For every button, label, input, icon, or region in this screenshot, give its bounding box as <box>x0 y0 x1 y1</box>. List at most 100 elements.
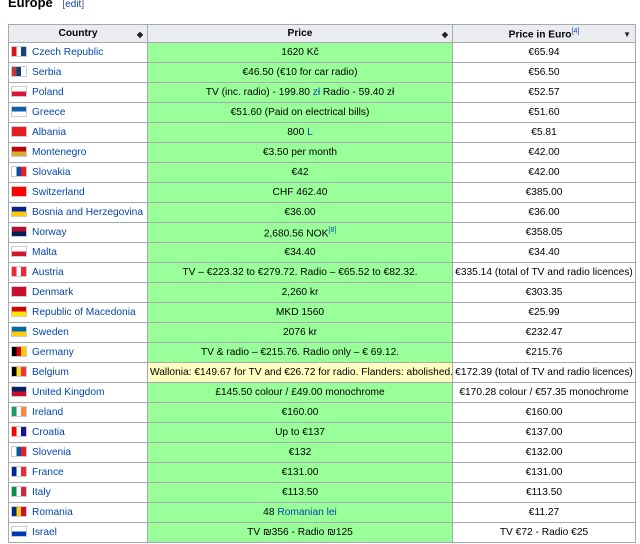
reference-link[interactable]: [8] <box>328 227 336 234</box>
price-cell: £145.50 colour / £49.00 monochrome <box>147 382 453 403</box>
price-cell: €132 <box>147 442 453 463</box>
price-text: €46.50 (€10 for car radio) <box>242 67 358 78</box>
country-link[interactable]: Bosnia and Herzegovina <box>32 207 143 218</box>
country-link[interactable]: Norway <box>32 227 67 238</box>
country-link[interactable]: Romania <box>32 507 73 518</box>
flag-icon <box>11 106 27 117</box>
flag-icon <box>11 46 27 57</box>
price-cell: €113.50 <box>147 482 453 503</box>
country-cell: Romania <box>8 502 148 523</box>
licence-fee-table: Country ◆ Price ◆ Price in Euro[4] ▼ Czech … <box>8 24 636 543</box>
price-cell: €160.00 <box>147 402 453 423</box>
country-link[interactable]: Montenegro <box>32 147 86 158</box>
country-link[interactable]: Republic of Macedonia <box>32 307 136 318</box>
country-link[interactable]: Denmark <box>32 287 73 298</box>
country-cell: Montenegro <box>8 142 148 163</box>
flag-icon <box>11 386 27 397</box>
price-text: €51.60 (Paid on electrical bills) <box>230 107 370 118</box>
edit-link[interactable]: edit <box>65 0 81 10</box>
euro-price-cell: €56.50 <box>452 62 636 83</box>
currency-link[interactable]: zł <box>313 87 320 98</box>
country-link[interactable]: Slovakia <box>32 167 71 178</box>
country-link[interactable]: Israel <box>32 527 57 538</box>
euro-price-cell: €52.57 <box>452 82 636 103</box>
euro-price-cell: €113.50 <box>452 482 636 503</box>
column-header-euro[interactable]: Price in Euro[4] ▼ <box>452 24 636 43</box>
price-cell: MKD 1560 <box>147 302 453 323</box>
price-text: TV ₪356 - Radio ₪125 <box>247 527 353 538</box>
country-link[interactable]: Germany <box>32 347 74 358</box>
price-cell: €46.50 (€10 for car radio) <box>147 62 453 83</box>
country-link[interactable]: Greece <box>32 107 65 118</box>
price-cell: Up to €137 <box>147 422 453 443</box>
price-text: MKD 1560 <box>275 307 325 318</box>
flag-icon <box>11 346 27 357</box>
table-row: Slovenia €132 €132.00 <box>8 442 636 463</box>
table-header-row: Country ◆ Price ◆ Price in Euro[4] ▼ <box>8 24 636 43</box>
country-link[interactable]: Sweden <box>32 327 69 338</box>
flag-icon <box>11 326 27 337</box>
country-cell: Israel <box>8 522 148 543</box>
country-cell: Switzerland <box>8 182 148 203</box>
country-link[interactable]: Croatia <box>32 427 65 438</box>
table-row: Albania 800 L €5.81 <box>8 122 636 143</box>
country-cell: Slovakia <box>8 162 148 183</box>
price-text: 2076 kr <box>283 327 317 338</box>
country-link[interactable]: Austria <box>32 267 64 278</box>
euro-reference-link[interactable]: [4] <box>572 28 580 35</box>
table-row: Czech Republic 1620 Kč €65.94 <box>8 42 636 63</box>
table-row: United Kingdom £145.50 colour / £49.00 mo… <box>8 382 636 403</box>
country-link[interactable]: Serbia <box>32 67 61 78</box>
table-row: Malta €34.40 €34.40 <box>8 242 636 263</box>
country-link[interactable]: Poland <box>32 87 64 98</box>
country-link[interactable]: Slovenia <box>32 447 71 458</box>
country-link[interactable]: Czech Republic <box>32 47 103 58</box>
euro-price-cell: €335.14 (total of TV and radio licences) <box>452 262 636 283</box>
euro-price-cell: €11.27 <box>452 502 636 523</box>
currency-link[interactable]: L <box>307 127 313 138</box>
table-row: Norway 2,680.56 NOK[8] €358.05 <box>8 222 636 243</box>
price-cell: €34.40 <box>147 242 453 263</box>
table-row: Republic of Macedonia MKD 1560 €25.99 <box>8 302 636 323</box>
flag-icon <box>11 86 27 97</box>
country-link[interactable]: Belgium <box>32 367 69 378</box>
price-text: €160.00 <box>281 407 319 418</box>
country-link[interactable]: Malta <box>32 247 57 258</box>
price-text: Wallonia: €149.67 for TV and €26.72 for … <box>150 367 453 378</box>
table-row: Poland TV (inc. radio) - 199.80 zł Radio … <box>8 82 636 103</box>
flag-icon <box>11 186 27 197</box>
column-header-country[interactable]: Country ◆ <box>8 24 148 43</box>
currency-link[interactable]: Romanian lei <box>277 507 336 518</box>
sort-icon[interactable]: ◆ <box>442 28 448 41</box>
euro-price-cell: €303.35 <box>452 282 636 303</box>
country-link[interactable]: Italy <box>32 487 51 498</box>
flag-icon <box>11 226 27 237</box>
price-cell: €36.00 <box>147 202 453 223</box>
country-link[interactable]: Albania <box>32 127 66 138</box>
price-text: €113.50 <box>281 487 319 498</box>
country-link[interactable]: United Kingdom <box>32 387 105 398</box>
euro-price-cell: €160.00 <box>452 402 636 423</box>
price-text: 2,680.56 NOK <box>263 228 329 240</box>
price-cell: €3.50 per month <box>147 142 453 163</box>
price-text: €36.00 <box>284 207 316 218</box>
price-cell: Wallonia: €149.67 for TV and €26.72 for … <box>147 362 453 383</box>
section-title: Europe <box>8 0 53 10</box>
price-cell: 1620 Kč <box>147 42 453 63</box>
price-cell: 2076 kr <box>147 322 453 343</box>
price-cell: TV – €223.32 to €279.72. Radio – €65.52 … <box>147 262 453 283</box>
flag-icon <box>11 246 27 257</box>
euro-price-cell: €132.00 <box>452 442 636 463</box>
euro-price-cell: €137.00 <box>452 422 636 443</box>
price-text: 2,260 kr <box>281 287 319 298</box>
country-link[interactable]: France <box>32 467 64 478</box>
price-text: 1620 Kč <box>281 47 319 58</box>
country-link[interactable]: Ireland <box>32 407 63 418</box>
country-link[interactable]: Switzerland <box>32 187 85 198</box>
sort-descending-icon[interactable]: ▼ <box>623 28 631 41</box>
sort-icon[interactable]: ◆ <box>137 28 143 41</box>
table-row: Austria TV – €223.32 to €279.72. Radio – … <box>8 262 636 283</box>
price-text: Radio - 59.40 zł <box>320 87 395 98</box>
column-header-price[interactable]: Price ◆ <box>147 24 453 43</box>
price-text: TV – €223.32 to €279.72. Radio – €65.52 … <box>182 267 418 278</box>
